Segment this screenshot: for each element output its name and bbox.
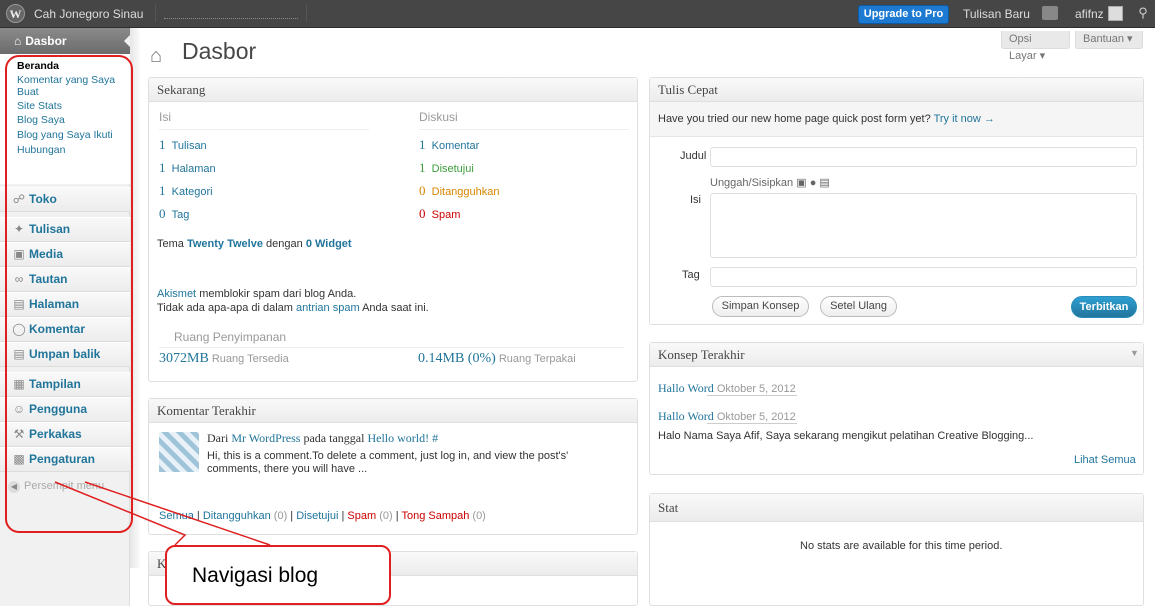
annotation-line — [84, 481, 271, 546]
annotation-label: Navigasi blog — [192, 564, 319, 587]
annotation-pointer — [54, 481, 271, 546]
annotation-line — [54, 481, 187, 546]
